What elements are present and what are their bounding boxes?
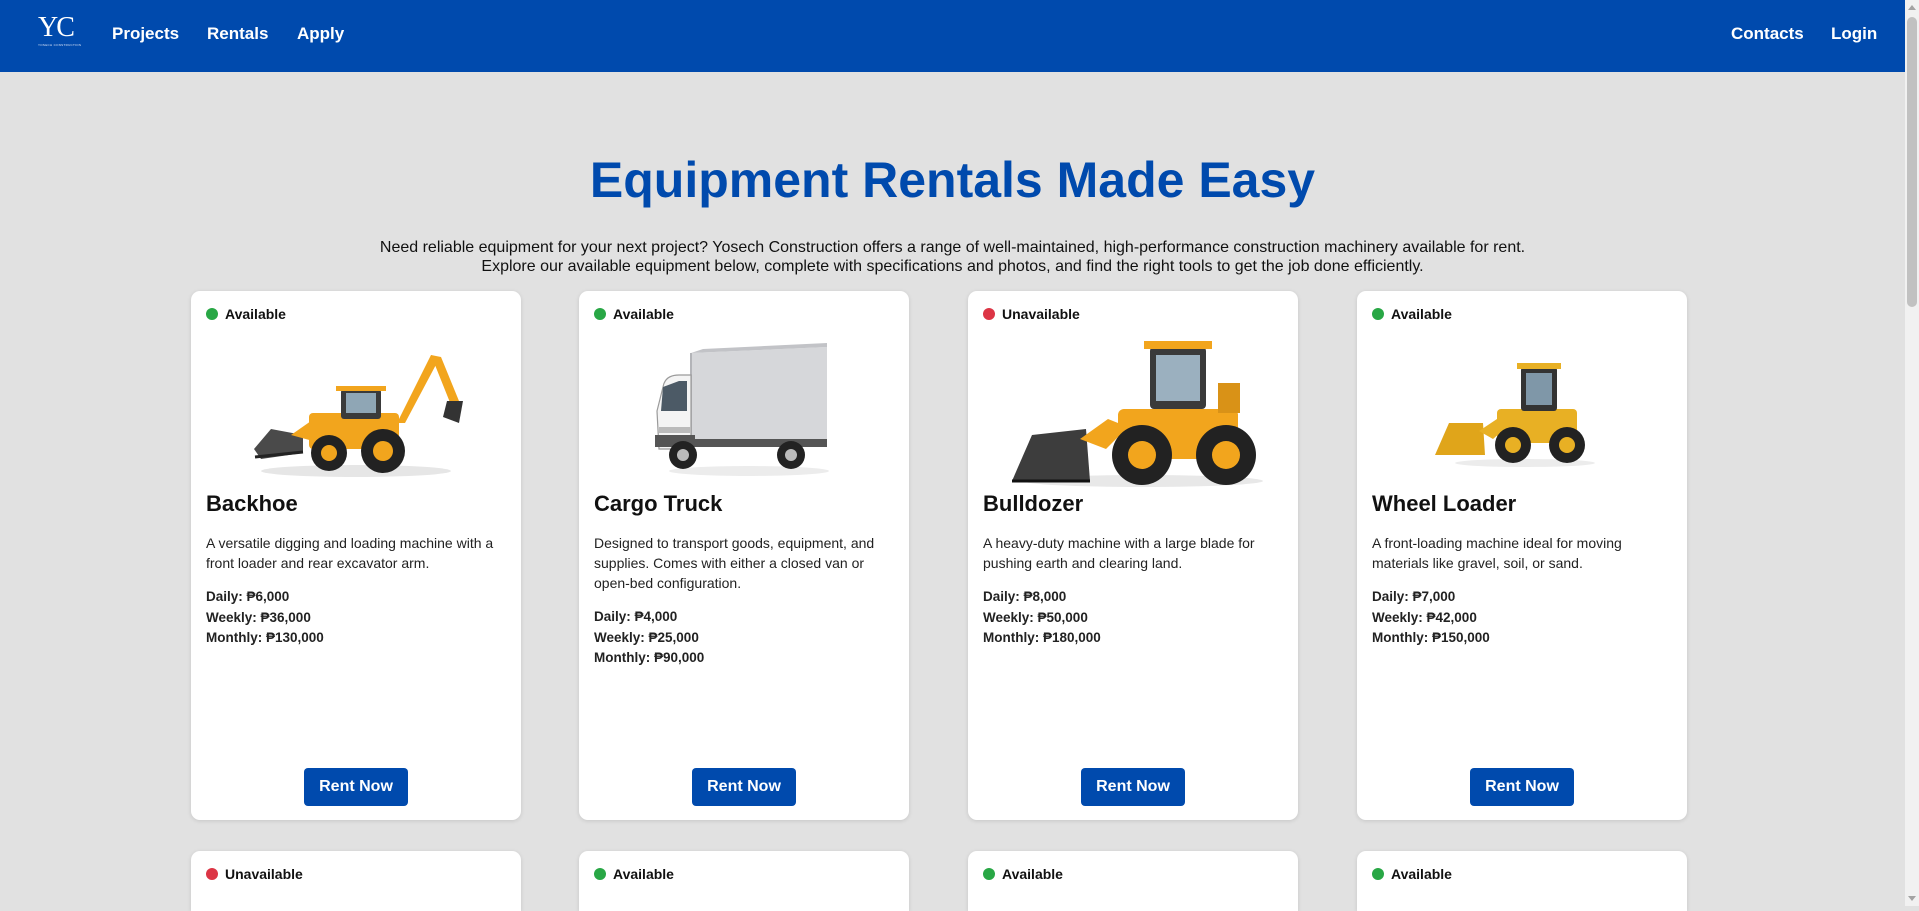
page-title: Equipment Rentals Made Easy (589, 152, 1316, 208)
rent-now-button[interactable]: Rent Now (1470, 768, 1574, 806)
status-badge: Available (1372, 306, 1452, 322)
equipment-name: Backhoe (206, 491, 298, 516)
status-label: Available (613, 866, 674, 882)
price-daily: Daily: ₱6,000 (206, 589, 290, 604)
price-list: Daily: ₱7,000 Weekly: ₱42,000 Monthly: ₱… (1372, 587, 1490, 649)
price-monthly: Monthly: ₱180,000 (983, 630, 1101, 645)
equipment-card-bulldozer: Unavailable Bulldozer A heavy-duty machi… (968, 291, 1298, 820)
rent-now-button[interactable]: Rent Now (304, 768, 408, 806)
equipment-card: Available (1357, 851, 1687, 911)
price-weekly: Weekly: ₱36,000 (206, 609, 311, 625)
status-dot-icon (1372, 308, 1384, 320)
status-dot-icon (206, 308, 218, 320)
logo-monogram: YC (38, 12, 75, 43)
status-badge: Available (594, 306, 674, 322)
status-badge: Available (1372, 866, 1452, 882)
bulldozer-image (1012, 341, 1263, 487)
cargo-truck-image (655, 343, 829, 476)
nav-link-rentals[interactable]: Rentals (207, 24, 268, 44)
nav-link-apply[interactable]: Apply (297, 24, 344, 44)
price-monthly: Monthly: ₱130,000 (206, 630, 324, 645)
status-dot-icon (206, 868, 218, 880)
logo-subtext: YOSECH CONSTRUCTION (38, 43, 82, 47)
status-label: Unavailable (225, 866, 303, 882)
equipment-name: Cargo Truck (594, 491, 723, 516)
nav-link-projects[interactable]: Projects (112, 24, 179, 44)
page-intro-line-2: Explore our available equipment below, c… (481, 258, 1424, 275)
equipment-name: Bulldozer (983, 491, 1084, 516)
equipment-card: Unavailable (191, 851, 521, 911)
status-label: Available (1391, 866, 1452, 882)
equipment-card: Available (968, 851, 1298, 911)
scroll-down-arrow-icon[interactable] (1908, 896, 1916, 901)
equipment-card-wheel-loader: Available Wheel Loader A front-loading m… (1357, 291, 1687, 820)
backhoe-image (254, 355, 463, 477)
wheel-loader-image (1435, 363, 1595, 467)
status-badge: Available (206, 306, 286, 322)
status-label: Available (613, 306, 674, 322)
top-navbar: YC YOSECH CONSTRUCTION Projects Rentals … (0, 0, 1905, 72)
page-intro: Need reliable equipment for your next pr… (0, 238, 1905, 276)
equipment-description: A heavy-duty machine with a large blade … (983, 535, 1255, 571)
price-weekly: Weekly: ₱25,000 (594, 629, 699, 645)
nav-link-login[interactable]: Login (1831, 24, 1877, 44)
status-dot-icon (983, 868, 995, 880)
rent-now-button[interactable]: Rent Now (692, 768, 796, 806)
equipment-card: Available (579, 851, 909, 911)
equipment-description: Designed to transport goods, equipment, … (594, 535, 875, 591)
price-monthly: Monthly: ₱150,000 (1372, 630, 1490, 645)
status-label: Unavailable (1002, 306, 1080, 322)
status-badge: Available (594, 866, 674, 882)
status-label: Available (225, 306, 286, 322)
equipment-description: A versatile digging and loading machine … (206, 535, 494, 571)
rent-now-button[interactable]: Rent Now (1081, 768, 1185, 806)
scroll-up-arrow-icon[interactable] (1908, 5, 1916, 10)
status-dot-icon (594, 868, 606, 880)
price-monthly: Monthly: ₱90,000 (594, 650, 705, 665)
status-badge: Available (983, 866, 1063, 882)
page-scrollbar[interactable] (1905, 0, 1919, 906)
nav-link-contacts[interactable]: Contacts (1731, 24, 1804, 44)
company-logo[interactable]: YC YOSECH CONSTRUCTION (38, 14, 84, 50)
equipment-name: Wheel Loader (1372, 491, 1517, 516)
price-list: Daily: ₱8,000 Weekly: ₱50,000 Monthly: ₱… (983, 587, 1101, 649)
price-weekly: Weekly: ₱42,000 (1372, 609, 1477, 625)
status-dot-icon (983, 308, 995, 320)
status-badge: Unavailable (206, 866, 303, 882)
price-daily: Daily: ₱4,000 (594, 609, 678, 624)
status-label: Available (1002, 866, 1063, 882)
price-list: Daily: ₱4,000 Weekly: ₱25,000 Monthly: ₱… (594, 607, 704, 669)
status-label: Available (1391, 306, 1452, 322)
price-weekly: Weekly: ₱50,000 (983, 609, 1088, 625)
price-daily: Daily: ₱7,000 (1372, 589, 1456, 604)
equipment-card-backhoe: Available Backhoe A versatile digging an… (191, 291, 521, 820)
status-badge: Unavailable (983, 306, 1080, 322)
price-list: Daily: ₱6,000 Weekly: ₱36,000 Monthly: ₱… (206, 587, 324, 649)
equipment-card-cargo-truck: Available Cargo Truck Designed to transp… (579, 291, 909, 820)
scrollbar-thumb[interactable] (1907, 17, 1917, 307)
equipment-description: A front-loading machine ideal for moving… (1372, 535, 1622, 571)
status-dot-icon (1372, 868, 1384, 880)
status-dot-icon (594, 308, 606, 320)
page-intro-line-1: Need reliable equipment for your next pr… (379, 239, 1526, 256)
price-daily: Daily: ₱8,000 (983, 589, 1067, 604)
